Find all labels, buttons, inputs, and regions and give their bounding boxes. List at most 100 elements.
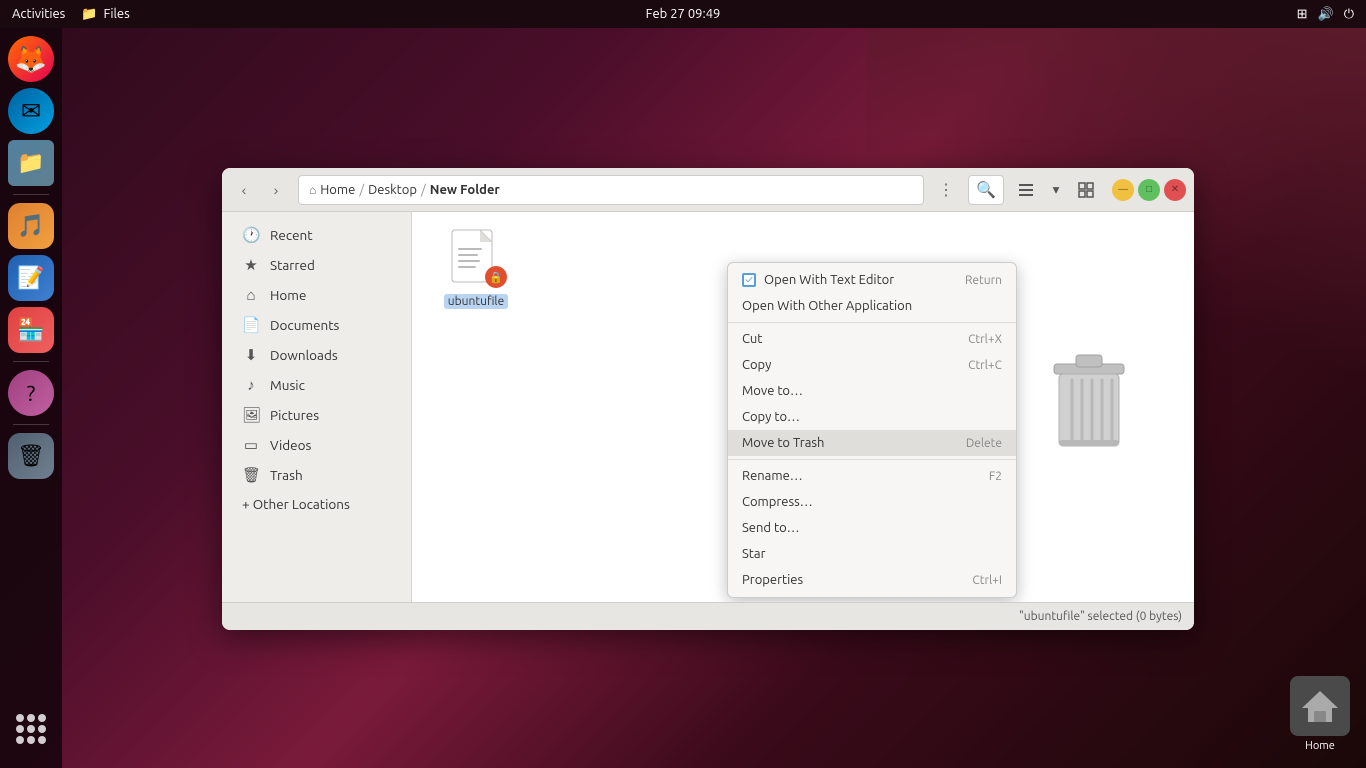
ctx-properties[interactable]: Properties Ctrl+I <box>728 567 1016 593</box>
starred-icon: ★ <box>242 256 260 274</box>
ctx-label-send-to: Send to… <box>742 521 800 535</box>
ctx-shortcut-properties: Ctrl+I <box>972 574 1002 587</box>
grid-view-icon <box>1078 182 1094 198</box>
sidebar-item-music[interactable]: ♪ Music <box>226 370 407 400</box>
dock: 🦊 ✉ 📁 🎵 📝 🏪 ? 🗑 <box>0 28 62 768</box>
ctx-move-to[interactable]: Move to… <box>728 378 1016 404</box>
dock-help[interactable]: ? <box>8 370 54 416</box>
videos-icon: ▭ <box>242 436 260 454</box>
home-sidebar-icon: ⌂ <box>242 286 260 304</box>
ctx-label-star: Star <box>742 547 766 561</box>
ctx-open-other-app[interactable]: Open With Other Application <box>728 293 1016 319</box>
ctx-star[interactable]: Star <box>728 541 1016 567</box>
sidebar-item-videos[interactable]: ▭ Videos <box>226 430 407 460</box>
sidebar: 🕐 Recent ★ Starred ⌂ Home 📄 Documents ⬇ … <box>222 212 412 602</box>
ctx-copy[interactable]: Copy Ctrl+C <box>728 352 1016 378</box>
path-bar[interactable]: ⌂ Home / Desktop / New Folder <box>298 175 924 205</box>
dock-separator3 <box>13 424 49 425</box>
sidebar-label-starred: Starred <box>270 257 315 273</box>
dock-thunderbird[interactable]: ✉ <box>8 88 54 134</box>
back-button[interactable]: ‹ <box>230 176 258 204</box>
maximize-button[interactable]: □ <box>1138 179 1160 201</box>
sidebar-item-starred[interactable]: ★ Starred <box>226 250 407 280</box>
status-bar: "ubuntufile" selected (0 bytes) <box>222 602 1194 630</box>
hamburger-menu-button[interactable]: ⋮ <box>932 176 960 204</box>
grid-dot <box>38 736 46 744</box>
ctx-checkbox: ✓ <box>742 273 756 287</box>
window-controls: — □ ✕ <box>1112 179 1186 201</box>
sidebar-item-trash[interactable]: 🗑 Trash <box>226 460 407 490</box>
titlebar-nav: ‹ › <box>230 176 290 204</box>
ctx-label-open-text-editor: Open With Text Editor <box>764 273 894 287</box>
sidebar-label-videos: Videos <box>270 437 311 453</box>
ctx-item-left: Open With Other Application <box>742 299 912 313</box>
ctx-copy-to[interactable]: Copy to… <box>728 404 1016 430</box>
sidebar-item-downloads[interactable]: ⬇ Downloads <box>226 340 407 370</box>
top-bar: Activities 📁 Files Feb 27 09:49 ⊞ 🔊 ⏻ <box>0 0 1366 28</box>
dock-separator2 <box>13 361 49 362</box>
power-icon[interactable]: ⏻ <box>1344 7 1354 22</box>
ctx-separator2 <box>728 459 1016 460</box>
grid-dot <box>27 725 35 733</box>
minimize-button[interactable]: — <box>1112 179 1134 201</box>
file-area[interactable]: 🔒 ubuntufile <box>412 212 1194 602</box>
ctx-shortcut-return: Return <box>965 274 1002 287</box>
file-lock-badge: 🔒 <box>485 266 507 288</box>
sidebar-item-documents[interactable]: 📄 Documents <box>226 310 407 340</box>
path-home[interactable]: Home <box>320 183 355 197</box>
home-icon: ⌂ <box>309 183 316 197</box>
forward-button[interactable]: › <box>262 176 290 204</box>
sidebar-label-recent: Recent <box>270 227 313 243</box>
list-view-button[interactable] <box>1012 176 1040 204</box>
view-buttons: ▾ <box>1012 176 1100 204</box>
recent-icon: 🕐 <box>242 226 260 244</box>
grid-dot <box>16 714 24 722</box>
dock-rhythmbox[interactable]: 🎵 <box>8 203 54 249</box>
ctx-label-cut: Cut <box>742 332 762 346</box>
path-folder[interactable]: New Folder <box>430 183 500 197</box>
ctx-label-copy: Copy <box>742 358 771 372</box>
files-icon-small: 📁 <box>81 7 97 22</box>
home-dock-icon <box>1290 676 1350 736</box>
files-label: Files <box>104 7 130 21</box>
dock-libreoffice[interactable]: 📝 <box>8 255 54 301</box>
ctx-label-rename: Rename… <box>742 469 803 483</box>
path-sep2: / <box>421 183 426 197</box>
sidebar-item-recent[interactable]: 🕐 Recent <box>226 220 407 250</box>
ctx-send-to[interactable]: Send to… <box>728 515 1016 541</box>
system-tray: ⊞ 🔊 ⏻ <box>1297 7 1354 22</box>
volume-icon[interactable]: 🔊 <box>1318 7 1334 22</box>
path-desktop[interactable]: Desktop <box>368 183 417 197</box>
dock-files[interactable]: 📁 <box>8 140 54 186</box>
activities-button[interactable]: Activities <box>12 7 65 21</box>
ctx-compress[interactable]: Compress… <box>728 489 1016 515</box>
file-icon-wrapper: 🔒 <box>445 228 507 290</box>
ctx-shortcut-f2: F2 <box>989 470 1002 483</box>
home-dock-shortcut[interactable]: Home <box>1290 676 1350 752</box>
sidebar-item-other-locations[interactable]: + Other Locations <box>226 490 407 518</box>
dock-firefox[interactable]: 🦊 <box>8 36 54 82</box>
status-text: "ubuntufile" selected (0 bytes) <box>1019 610 1182 623</box>
close-button[interactable]: ✕ <box>1164 179 1186 201</box>
sidebar-item-home[interactable]: ⌂ Home <box>226 280 407 310</box>
ctx-label-compress: Compress… <box>742 495 813 509</box>
grid-dot <box>16 736 24 744</box>
files-menu[interactable]: 📁 Files <box>81 7 129 22</box>
ctx-separator1 <box>728 322 1016 323</box>
ctx-rename[interactable]: Rename… F2 <box>728 463 1016 489</box>
file-item-ubuntufile[interactable]: 🔒 ubuntufile <box>436 228 516 309</box>
grid-view-button[interactable] <box>1072 176 1100 204</box>
ctx-move-to-trash[interactable]: Move to Trash Delete <box>728 430 1016 456</box>
search-button[interactable]: 🔍 <box>968 175 1004 205</box>
window-titlebar: ‹ › ⌂ Home / Desktop / New Folder ⋮ 🔍 ▾ <box>222 168 1194 212</box>
list-chevron-button[interactable]: ▾ <box>1042 176 1070 204</box>
ctx-cut[interactable]: Cut Ctrl+X <box>728 326 1016 352</box>
trash-illustration <box>1044 350 1134 460</box>
dock-apps-grid[interactable] <box>8 706 54 752</box>
sidebar-label-pictures: Pictures <box>270 407 319 423</box>
ctx-open-text-editor[interactable]: ✓ Open With Text Editor Return <box>728 267 1016 293</box>
sidebar-item-pictures[interactable]: 🖼 Pictures <box>226 400 407 430</box>
dock-trash[interactable]: 🗑 <box>8 433 54 479</box>
dock-appstore[interactable]: 🏪 <box>8 307 54 353</box>
network-icon[interactable]: ⊞ <box>1297 7 1308 22</box>
